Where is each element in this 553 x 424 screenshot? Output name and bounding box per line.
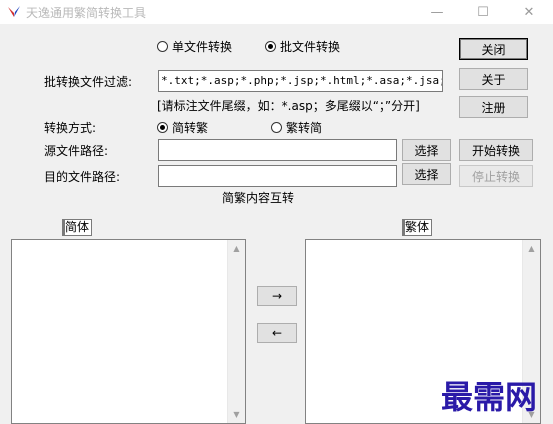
- filter-input[interactable]: *.txt;*.asp;*.php;*.jsp;*.html;*.asa;*.j…: [158, 70, 443, 92]
- minimize-button[interactable]: —: [414, 0, 460, 24]
- t2s-label: 繁转简: [286, 121, 323, 135]
- s2t-label: 简转繁: [172, 121, 209, 135]
- source-path-input[interactable]: [158, 139, 397, 161]
- to-simplified-button[interactable]: ←: [257, 323, 297, 343]
- close-window-button[interactable]: ✕: [506, 0, 552, 24]
- close-button[interactable]: 关闭: [459, 38, 528, 60]
- scroll-down-icon[interactable]: ▼: [228, 406, 245, 423]
- simplified-label: 简体: [62, 219, 93, 236]
- target-path-input[interactable]: [158, 165, 397, 187]
- to-traditional-button[interactable]: →: [257, 286, 297, 306]
- batch-file-radio[interactable]: [265, 41, 276, 52]
- filter-hint: [请标注文件尾缀，如：*.asp；多尾缀以“；”分开]: [157, 99, 420, 113]
- target-path-label: 目的文件路径:: [44, 170, 121, 184]
- single-file-label: 单文件转换: [172, 40, 233, 54]
- about-button[interactable]: 关于: [459, 68, 528, 90]
- filter-label: 批转换文件过滤:: [44, 75, 133, 89]
- conversion-label: 转换方式:: [44, 121, 97, 135]
- target-browse-button[interactable]: 选择: [402, 163, 451, 185]
- t2s-radio[interactable]: [271, 122, 282, 133]
- simplified-textarea[interactable]: ▲ ▼: [11, 239, 246, 424]
- app-logo-icon: [8, 6, 20, 17]
- scroll-up-icon[interactable]: ▲: [523, 240, 540, 257]
- scroll-up-icon[interactable]: ▲: [228, 240, 245, 257]
- single-file-radio[interactable]: [157, 41, 168, 52]
- watermark-logo: 最需网: [441, 378, 538, 416]
- batch-file-label: 批文件转换: [280, 40, 341, 54]
- start-convert-button[interactable]: 开始转换: [459, 139, 533, 161]
- source-browse-button[interactable]: 选择: [402, 139, 451, 161]
- source-path-label: 源文件路径:: [44, 144, 109, 158]
- s2t-radio[interactable]: [157, 122, 168, 133]
- stop-convert-button[interactable]: 停止转换: [459, 165, 533, 187]
- interconvert-title: 简繁内容互转: [222, 191, 295, 205]
- traditional-label: 繁体: [402, 219, 433, 236]
- maximize-button[interactable]: ☐: [460, 0, 506, 24]
- window-title: 天逸通用繁简转换工具: [26, 6, 147, 20]
- register-button[interactable]: 注册: [459, 96, 528, 118]
- simplified-scrollbar[interactable]: ▲ ▼: [227, 240, 245, 423]
